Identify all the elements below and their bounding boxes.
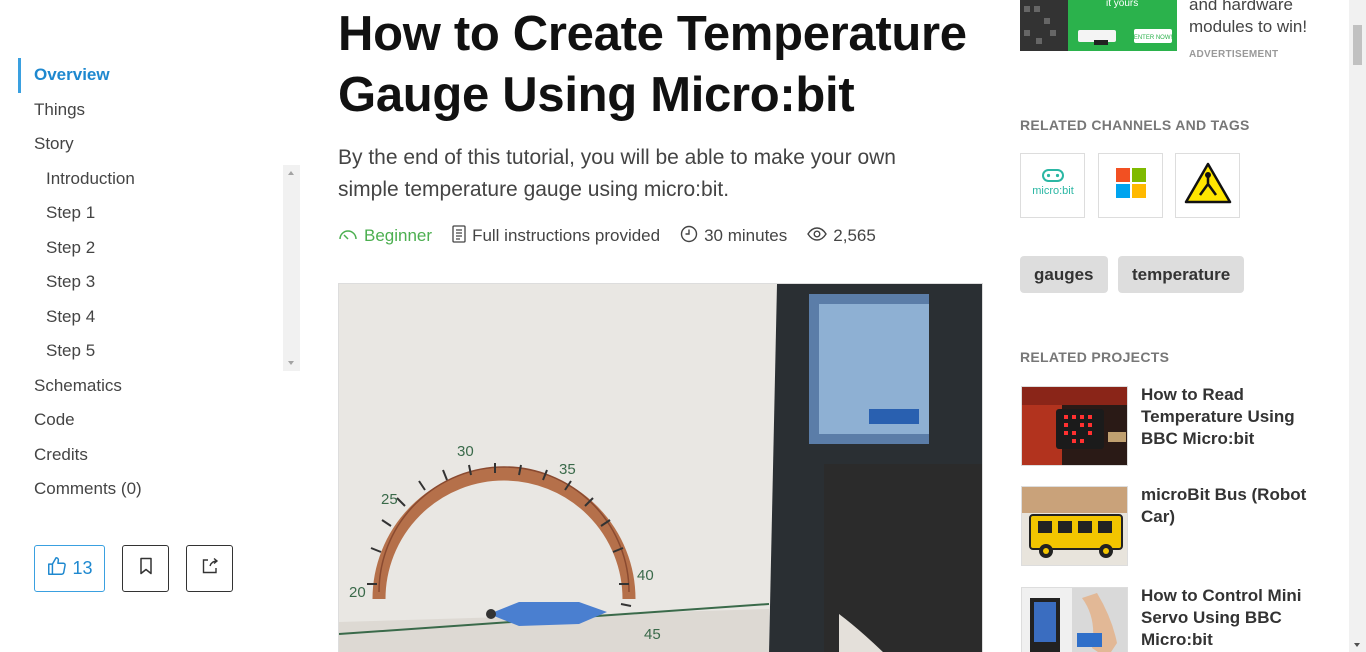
project-summary: By the end of this tutorial, you will be… [338,142,983,206]
thumbs-up-icon [46,555,68,582]
ad-text-line-1: and hardware [1189,0,1293,14]
gauge-label-35: 35 [559,461,576,478]
title-line-2: Gauge Using Micro:bit [338,68,855,122]
page-scroll-down-arrow-icon[interactable] [1354,643,1360,647]
like-count: 13 [72,558,93,578]
scroll-up-arrow-icon[interactable] [288,170,294,175]
tag-temperature[interactable]: temperature [1118,256,1245,293]
toc-item-step-4[interactable]: Step 4 [18,300,300,335]
share-button[interactable] [186,545,233,592]
microbit-logo-text: micro:bit [1032,185,1074,197]
toc-item-step-1[interactable]: Step 1 [18,196,300,231]
project-title: How to Create Temperature Gauge Using Mi… [338,4,983,126]
toc-scrollbar[interactable] [283,164,300,371]
video-frame-gauge: 20 25 30 35 40 45 [339,284,982,652]
toc-item-introduction[interactable]: Introduction [18,162,300,197]
ad-label: ADVERTISEMENT [1189,49,1279,60]
title-line-1: How to Create Temperature [338,7,967,61]
related-projects-heading: RELATED PROJECTS [1020,349,1170,365]
difficulty-badge: Beginner [338,226,432,246]
toc-item-comments[interactable]: Comments (0) [18,472,300,507]
channel-microsoft[interactable] [1098,153,1163,218]
toc-item-step-3[interactable]: Step 3 [18,265,300,300]
channel-warning[interactable] [1175,153,1240,218]
gauge-label-25: 25 [381,491,398,508]
toc-item-step-2[interactable]: Step 2 [18,231,300,266]
project-actions: 13 [34,545,233,592]
instructions-meta: Full instructions provided [452,224,661,248]
toc-story-subsection: Introduction Step 1 Step 2 Step 3 Step 4… [18,162,300,371]
summary-line-2: simple temperature gauge using micro:bit… [338,178,730,201]
summary-line-1: By the end of this tutorial, you will be… [338,146,896,169]
toc-item-code[interactable]: Code [18,403,300,438]
related-project-1[interactable]: How to Read Temperature Using BBC Micro:… [1020,384,1350,466]
duration-meta: 30 minutes [680,225,787,248]
page-scrollbar[interactable] [1349,0,1366,652]
microsoft-logo-icon [1115,167,1147,204]
bookmark-button[interactable] [122,545,169,592]
gauge-label-45: 45 [644,626,661,643]
toc-item-credits[interactable]: Credits [18,438,300,473]
gauge-icon [338,226,358,246]
project-meta: Beginner Full instructions provided 30 m… [338,222,983,250]
gauge-label-40: 40 [637,567,654,584]
ad-banner-text: it yours [1106,0,1138,9]
eye-icon [807,226,828,246]
ad-banner-image: it yours ENTER NOW! [1020,0,1177,51]
related-project-2-thumbnail [1021,486,1128,566]
gauge-label-30: 30 [457,443,474,460]
like-button[interactable]: 13 [34,545,105,592]
table-of-contents: Overview Things Story Introduction Step … [18,58,300,507]
share-icon [201,557,219,580]
project-main: How to Create Temperature Gauge Using Mi… [338,0,983,652]
toc-item-schematics[interactable]: Schematics [18,369,300,404]
related-channels-heading: RELATED CHANNELS AND TAGS [1020,117,1250,133]
instructions-label: Full instructions provided [472,226,661,245]
views-meta: 2,565 [807,226,876,246]
related-project-3-thumbnail [1021,587,1128,652]
related-project-3[interactable]: How to Control Mini Servo Using BBC Micr… [1020,585,1350,652]
document-icon [452,224,466,248]
related-project-1-thumbnail [1021,386,1128,466]
ad-text[interactable]: and hardware modules to win! [1189,0,1307,38]
ad-banner-button: ENTER NOW! [1134,35,1173,41]
warning-triangle-icon [1184,161,1232,210]
toc-item-overview[interactable]: Overview [18,58,300,93]
project-video[interactable]: 20 25 30 35 40 45 [338,283,983,652]
channel-microbit[interactable]: micro:bit [1020,153,1085,218]
microbit-logo-icon: micro:bit [1026,168,1080,203]
gauge-label-20: 20 [349,584,366,601]
toc-item-story[interactable]: Story [18,127,300,162]
difficulty-label: Beginner [364,226,433,245]
page-scrollbar-thumb[interactable] [1353,25,1362,65]
related-project-2[interactable]: microBit Bus (Robot Car) [1020,484,1350,566]
tag-gauges[interactable]: gauges [1020,256,1108,293]
related-project-3-title[interactable]: How to Control Mini Servo Using BBC Micr… [1141,585,1326,651]
bookmark-icon [138,557,154,580]
clock-icon [680,225,698,248]
duration-label: 30 minutes [704,226,788,245]
related-project-2-title[interactable]: microBit Bus (Robot Car) [1141,484,1326,528]
ad-banner[interactable]: it yours ENTER NOW! [1020,0,1177,51]
toc-item-step-5[interactable]: Step 5 [18,334,300,369]
views-count: 2,565 [833,226,876,245]
ad-text-line-2: modules to win! [1189,17,1308,36]
scroll-down-arrow-icon[interactable] [288,360,294,365]
toc-item-things[interactable]: Things [18,93,300,128]
related-project-1-title[interactable]: How to Read Temperature Using BBC Micro:… [1141,384,1326,450]
